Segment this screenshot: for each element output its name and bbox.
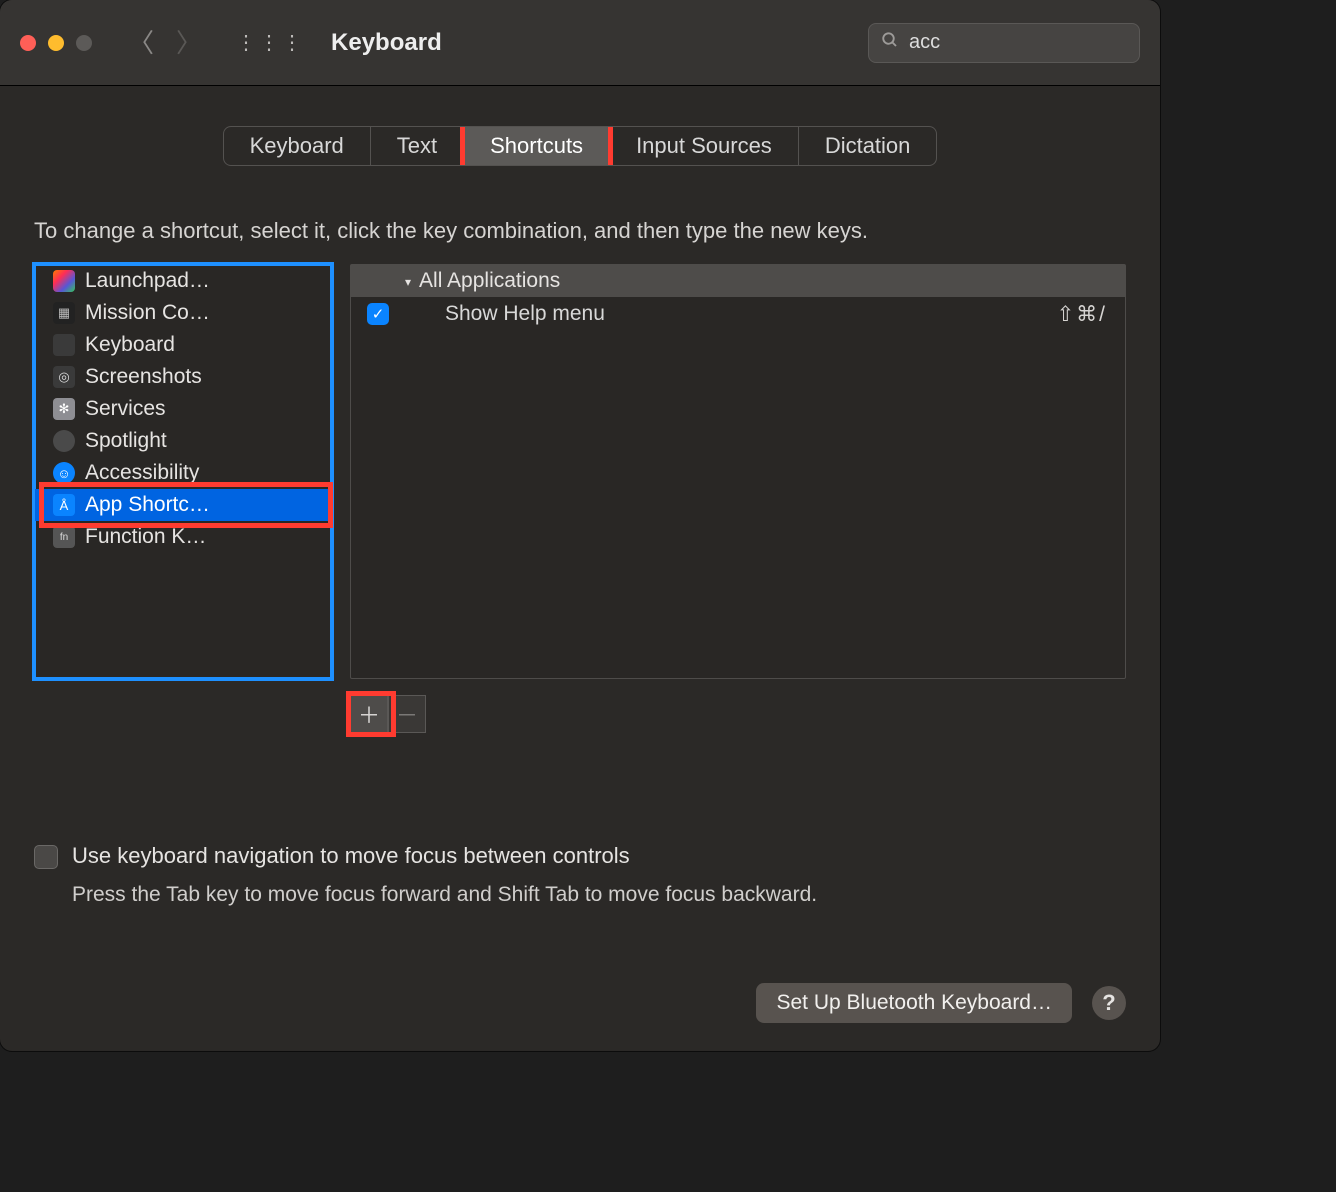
forward-button: 〉	[176, 30, 202, 56]
category-accessibility[interactable]: ☺Accessibility	[35, 457, 331, 489]
search-icon	[881, 31, 899, 55]
search-input[interactable]	[909, 31, 1160, 54]
add-button[interactable]: ＋	[350, 695, 388, 733]
group-all-applications[interactable]: ▾ All Applications	[351, 265, 1125, 297]
traffic-lights	[20, 35, 92, 51]
tab-keyboard[interactable]: Keyboard	[224, 127, 371, 165]
back-button[interactable]: 〈	[128, 30, 154, 56]
bluetooth-keyboard-button[interactable]: Set Up Bluetooth Keyboard…	[756, 983, 1072, 1023]
instruction-text: To change a shortcut, select it, click t…	[34, 218, 1126, 244]
tab-input-sources[interactable]: Input Sources	[610, 127, 799, 165]
tab-dictation[interactable]: Dictation	[799, 127, 937, 165]
keyboard-nav-checkbox[interactable]	[34, 845, 58, 869]
tab-shortcuts[interactable]: Shortcuts	[464, 127, 610, 165]
help-button[interactable]: ?	[1092, 986, 1126, 1020]
window-title: Keyboard	[331, 29, 868, 57]
tab-text[interactable]: Text	[371, 127, 464, 165]
tab-bar: Keyboard Text Shortcuts Input Sources Di…	[34, 126, 1126, 166]
preferences-window: 〈 〉 ⋮⋮⋮ Keyboard ✕ Keyboard Text Shortcu…	[0, 0, 1160, 1051]
shortcut-label: Show Help menu	[445, 302, 1057, 326]
category-services[interactable]: ✻Services	[35, 393, 331, 425]
close-window-button[interactable]	[20, 35, 36, 51]
remove-button: －	[388, 695, 426, 733]
shortcut-row[interactable]: ✓ Show Help menu ⇧⌘/	[351, 297, 1125, 331]
category-app-shortcuts[interactable]: ÅApp Shortc…	[35, 489, 331, 521]
category-mission-control[interactable]: ▦Mission Co…	[35, 297, 331, 329]
titlebar: 〈 〉 ⋮⋮⋮ Keyboard ✕	[0, 0, 1160, 86]
category-launchpad[interactable]: Launchpad…	[35, 265, 331, 297]
shortcut-list[interactable]: ▾ All Applications ✓ Show Help menu ⇧⌘/	[350, 264, 1126, 679]
content-area: Keyboard Text Shortcuts Input Sources Di…	[0, 86, 1160, 1051]
category-keyboard[interactable]: Keyboard	[35, 329, 331, 361]
zoom-window-button[interactable]	[76, 35, 92, 51]
category-screenshots[interactable]: ◎Screenshots	[35, 361, 331, 393]
shortcut-keys[interactable]: ⇧⌘/	[1057, 302, 1107, 327]
category-list[interactable]: Launchpad… ▦Mission Co… Keyboard ◎Screen…	[34, 264, 332, 679]
grid-icon[interactable]: ⋮⋮⋮	[236, 30, 305, 55]
keyboard-nav-label: Use keyboard navigation to move focus be…	[72, 843, 630, 869]
nav-buttons: 〈 〉	[128, 30, 202, 56]
disclosure-icon[interactable]: ▾	[405, 275, 411, 289]
shortcut-enabled-checkbox[interactable]: ✓	[367, 303, 389, 325]
keyboard-nav-description: Press the Tab key to move focus forward …	[72, 883, 1126, 907]
minimize-window-button[interactable]	[48, 35, 64, 51]
category-spotlight[interactable]: Spotlight	[35, 425, 331, 457]
search-field[interactable]: ✕	[868, 23, 1140, 63]
category-function-keys[interactable]: fnFunction K…	[35, 521, 331, 553]
